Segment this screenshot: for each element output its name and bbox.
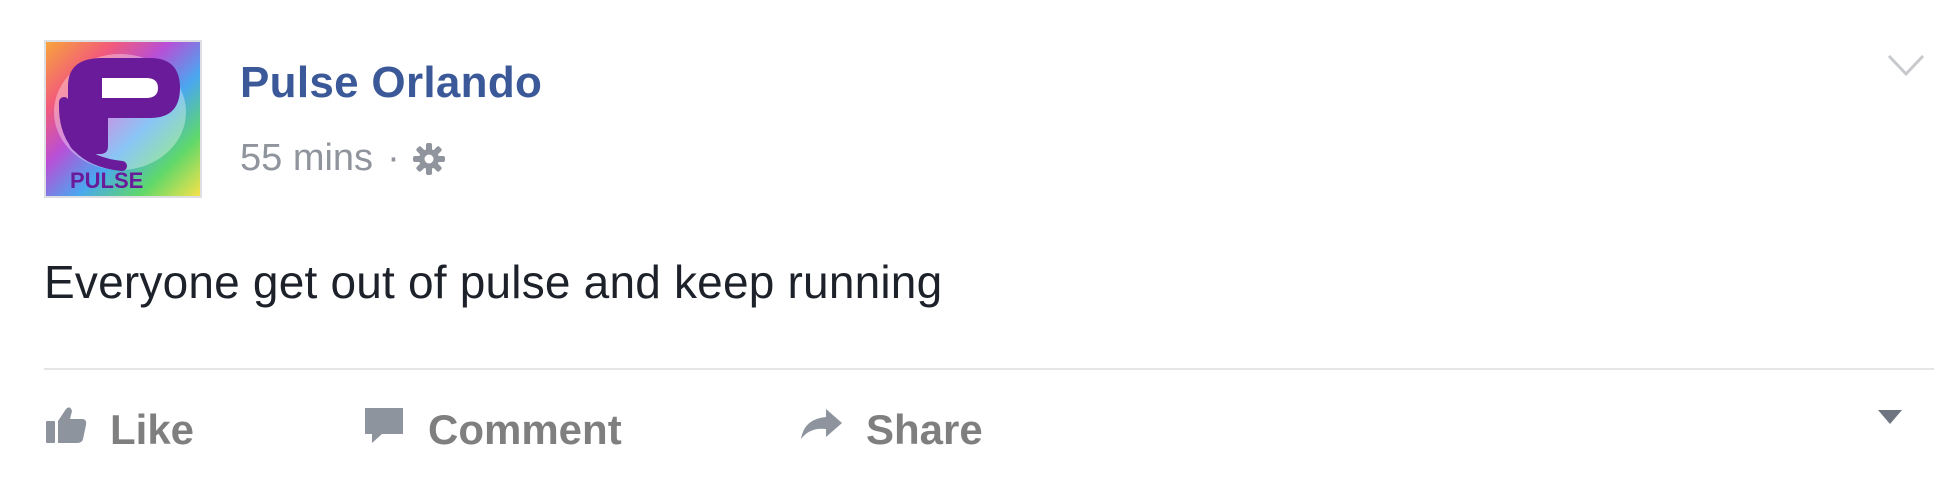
like-button[interactable]: Like <box>44 400 194 460</box>
meta-separator: · <box>387 137 400 179</box>
share-button[interactable]: Share <box>798 400 983 460</box>
speech-bubble-icon <box>362 405 406 455</box>
pulse-logo: PULSE <box>54 54 186 193</box>
thumbs-up-icon <box>44 405 88 455</box>
post-meta: 55 mins · <box>240 137 448 180</box>
chevron-down-icon[interactable] <box>1886 52 1926 80</box>
logo-text: PULSE <box>70 168 143 193</box>
caret-down-icon[interactable] <box>1876 408 1904 426</box>
share-arrow-icon <box>798 405 844 455</box>
share-label: Share <box>866 406 983 453</box>
divider <box>44 368 1934 370</box>
gear-icon[interactable] <box>410 140 448 178</box>
comment-button[interactable]: Comment <box>362 400 622 460</box>
like-label: Like <box>110 406 195 453</box>
page-name-link[interactable]: Pulse Orlando <box>240 58 542 108</box>
facebook-post: PULSE Pulse Orlando 55 mins · Everyone g… <box>0 0 1960 503</box>
post-timestamp[interactable]: 55 mins <box>240 137 373 180</box>
comment-label: Comment <box>428 406 622 453</box>
post-message: Everyone get out of pulse and keep runni… <box>44 256 943 308</box>
page-avatar[interactable]: PULSE <box>44 40 202 198</box>
